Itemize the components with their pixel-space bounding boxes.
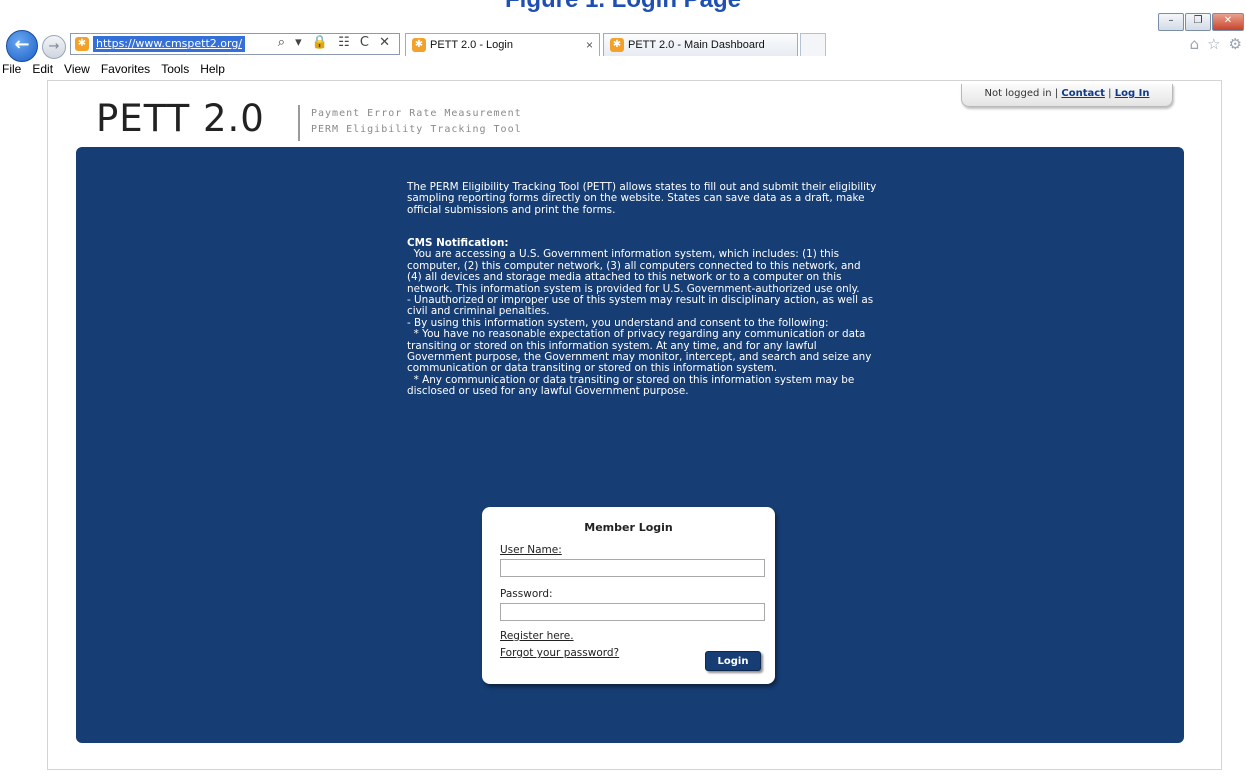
menu-favorites[interactable]: Favorites [96,60,156,78]
menu-help[interactable]: Help [195,60,231,78]
tab-title: PETT 2.0 - Main Dashboard [628,39,765,51]
pett-logo: PETT 2.0 Payment Error Rate Measurement … [96,97,521,141]
tab-favicon-icon: ✱ [610,38,624,52]
address-url[interactable]: https://www.cmspett2.org/ [93,36,246,52]
login-button[interactable]: Login [705,651,761,671]
main-panel: The PERM Eligibility Tracking Tool (PETT… [76,147,1184,743]
back-arrow-icon: ← [14,34,30,55]
separator: | [1108,88,1112,99]
document-heading: Figure 1. Login Page [0,0,1246,14]
browser-right-icons: ⌂ ☆ ⚙ [1190,35,1242,53]
menu-file[interactable]: File [0,60,27,78]
address-bar[interactable]: ✱ https://www.cmspett2.org/ ⌕ ▾ 🔒 ☷ C ✕ [70,33,400,55]
cms-notification: CMS Notification: You are accessing a U.… [407,237,877,398]
tab-main-dashboard[interactable]: ✱ PETT 2.0 - Main Dashboard [603,33,798,56]
tab-login[interactable]: ✱ PETT 2.0 - Login × [405,33,600,56]
back-button[interactable]: ← [6,30,38,62]
page-content: PETT 2.0 Payment Error Rate Measurement … [47,80,1222,770]
tab-close-icon[interactable]: × [586,34,593,56]
login-card-title: Member Login [584,521,673,534]
member-login-card: Member Login User Name: Password: Regist… [482,507,775,684]
tab-title: PETT 2.0 - Login [430,39,513,51]
forward-button[interactable]: → [42,35,66,59]
forward-arrow-icon: → [48,39,60,54]
login-status-text: Not logged in [984,88,1052,99]
new-tab-button[interactable] [800,33,826,56]
register-link[interactable]: Register here. [500,630,574,642]
password-label: Password: [500,588,553,600]
menu-tools[interactable]: Tools [156,60,195,78]
separator: | [1054,88,1059,99]
site-favicon-icon: ✱ [75,37,89,51]
password-input[interactable] [500,603,765,621]
username-label: User Name: [500,544,562,556]
favorites-star-icon[interactable]: ☆ [1207,35,1220,53]
menu-view[interactable]: View [59,60,96,78]
menu-bar: File Edit View Favorites Tools Help [0,60,231,78]
logo-subtitle-line-1: Payment Error Rate Measurement [311,108,522,119]
logo-subtitle: Payment Error Rate Measurement PERM Elig… [311,106,611,138]
address-tools-icons[interactable]: ⌕ ▾ 🔒 ☷ C ✕ [278,35,393,50]
notification-paragraph: * Any communication or data transiting o… [407,373,858,398]
notification-paragraph: - Unauthorized or improper use of this s… [407,294,877,318]
contact-link[interactable]: Contact [1061,88,1105,99]
forgot-password-link[interactable]: Forgot your password? [500,647,619,659]
intro-text: The PERM Eligibility Tracking Tool (PETT… [407,181,877,216]
logo-title: PETT 2.0 [96,97,265,140]
menu-edit[interactable]: Edit [27,60,59,78]
notification-paragraph: * You have no reasonable expectation of … [407,328,875,375]
logo-subtitle-line-2: PERM Eligibility Tracking Tool [311,124,522,135]
login-status-bar: Not logged in | Contact | Log In [961,84,1173,107]
home-icon[interactable]: ⌂ [1190,35,1200,53]
username-input[interactable] [500,559,765,577]
settings-gear-icon[interactable]: ⚙ [1229,35,1242,53]
browser-toolbar: ← → ✱ https://www.cmspett2.org/ ⌕ ▾ 🔒 ☷ … [0,28,1246,62]
tab-favicon-icon: ✱ [412,38,426,52]
header-login-link[interactable]: Log In [1115,88,1150,99]
notification-paragraph: You are accessing a U.S. Government info… [407,248,864,295]
logo-divider [298,105,300,141]
